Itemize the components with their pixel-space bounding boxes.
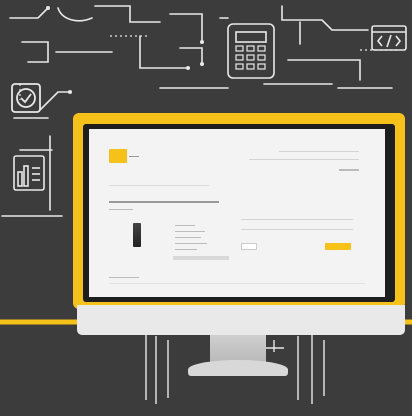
price-row bbox=[241, 229, 353, 230]
document-chart-icon bbox=[13, 155, 45, 191]
site-logo bbox=[109, 149, 127, 163]
product-title bbox=[109, 201, 219, 203]
monitor-stand-neck bbox=[210, 335, 266, 363]
detail-line bbox=[175, 231, 205, 232]
footer-text bbox=[109, 277, 139, 278]
product-subtitle bbox=[109, 209, 133, 210]
header-nav bbox=[249, 159, 359, 160]
calculator-icon bbox=[227, 23, 275, 79]
price-divider bbox=[241, 219, 353, 220]
breadcrumb bbox=[109, 185, 209, 186]
detail-line bbox=[175, 249, 197, 250]
quantity-field[interactable] bbox=[241, 243, 257, 250]
monitor-stand-base bbox=[188, 360, 288, 376]
detail-line bbox=[175, 243, 207, 244]
product-image bbox=[133, 223, 141, 247]
secondary-button[interactable] bbox=[173, 256, 229, 260]
chalkboard-background bbox=[0, 0, 412, 416]
logo-wordmark bbox=[129, 156, 139, 157]
website-preview bbox=[89, 129, 385, 297]
detail-line bbox=[175, 225, 195, 226]
footer-divider bbox=[109, 283, 365, 284]
detail-line bbox=[175, 237, 201, 238]
checkmark-icon bbox=[11, 83, 41, 113]
code-brackets-icon bbox=[371, 25, 407, 51]
monitor-chin bbox=[77, 305, 405, 335]
header-button[interactable] bbox=[339, 169, 359, 171]
add-to-cart-button[interactable] bbox=[325, 243, 351, 250]
header-links bbox=[279, 151, 359, 152]
